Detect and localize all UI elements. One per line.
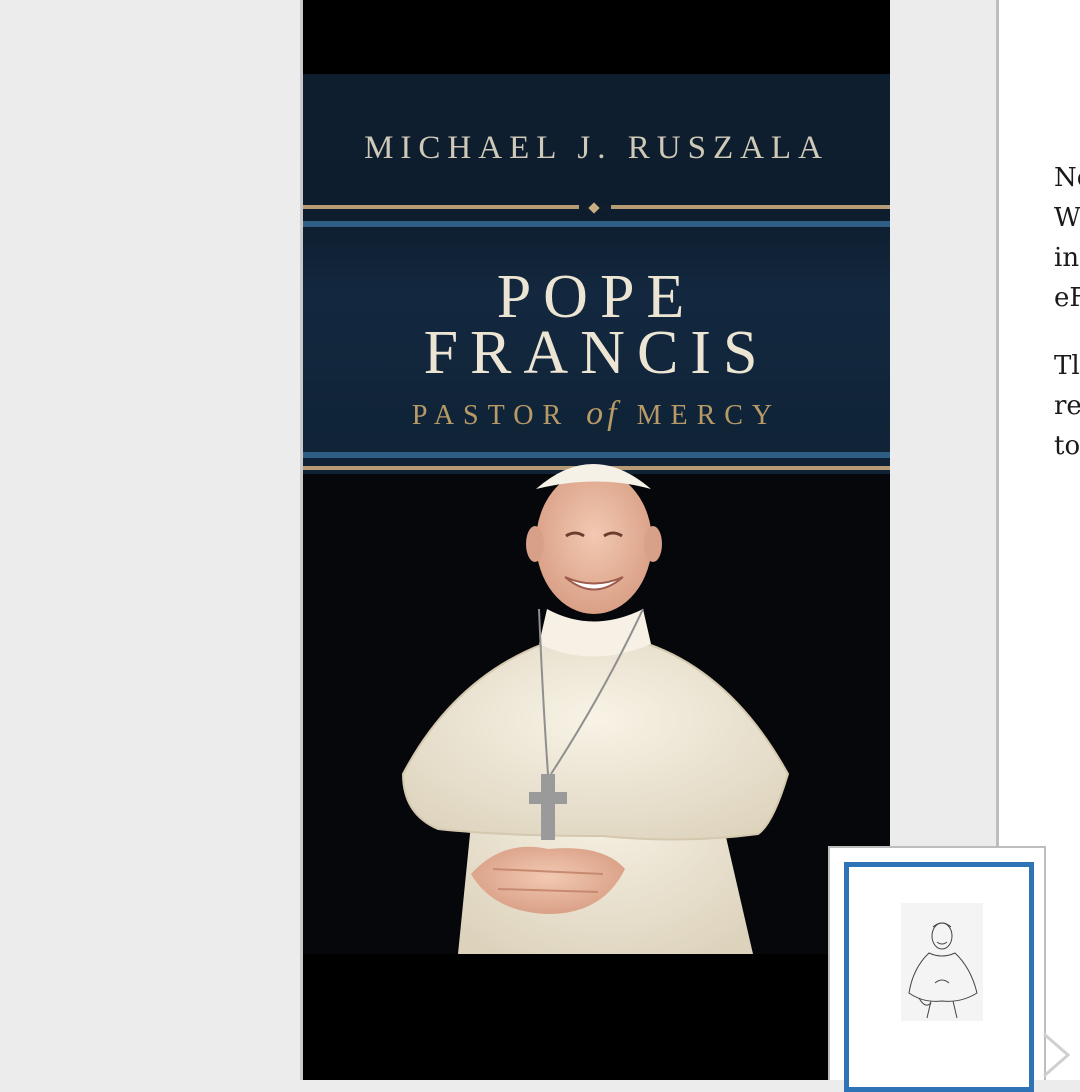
cover-photo-portrait [401, 464, 790, 954]
text-line: re [1054, 391, 1080, 421]
selected-thumbnail-frame[interactable] [844, 862, 1034, 1092]
text-line: in [1054, 243, 1080, 273]
cover-bottom-band [303, 954, 890, 1080]
text-line: to [1054, 431, 1080, 461]
text-line: Tl [1054, 351, 1080, 381]
text-line: eF [1054, 283, 1080, 313]
cover-subtitle: PASTOR of MERCY [303, 395, 890, 433]
paragraph-2: Tl re to [1054, 346, 1080, 466]
text-line: W [1054, 203, 1080, 233]
left-gutter [0, 0, 302, 1080]
cover-top-band [303, 0, 890, 74]
cover-rule-blue-top [303, 221, 890, 227]
paragraph-1: Ne W in eF [1054, 158, 1080, 318]
cover-subtitle-post: MERCY [636, 400, 782, 431]
cover-subtitle-of: of [586, 395, 621, 432]
cover-subtitle-pre: PASTOR [411, 400, 571, 431]
page-thumbnail-popover[interactable] [828, 846, 1046, 1092]
book-cover[interactable]: MICHAEL J. RUSZALA POPE FRANCIS PASTOR o… [303, 0, 890, 1080]
pope-sketch-icon [908, 922, 978, 1019]
cover-author: MICHAEL J. RUSZALA [364, 130, 829, 166]
thumbnail-sketch-image [901, 903, 983, 1021]
text-line: Ne [1054, 163, 1080, 193]
cover-title-line-2: FRANCIS [423, 319, 770, 387]
chevron-right-icon[interactable] [1040, 1030, 1074, 1080]
